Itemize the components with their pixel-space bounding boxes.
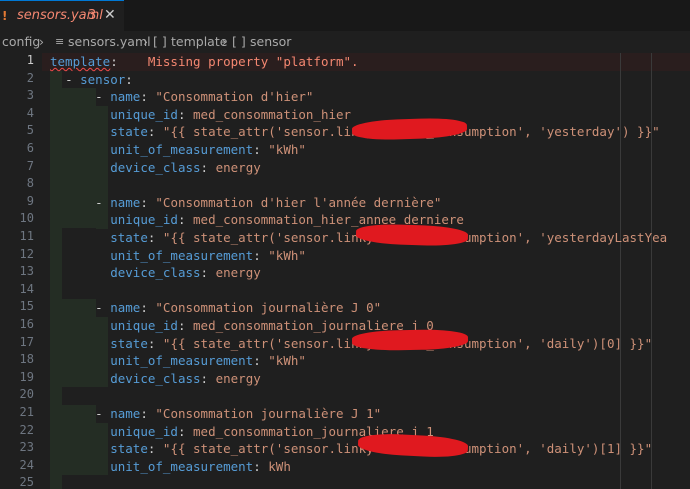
editor-ruler bbox=[651, 53, 652, 489]
line-number: 12 bbox=[19, 246, 34, 261]
code-line-24: unit_of_measurement: kWh bbox=[110, 458, 291, 474]
line-number: 17 bbox=[19, 334, 34, 349]
line-number: 21 bbox=[19, 405, 34, 419]
code-line-9: - name: "Consommation d'hier l'année der… bbox=[95, 194, 442, 210]
line-number: 16 bbox=[19, 317, 34, 331]
line-number: 14 bbox=[19, 281, 34, 296]
breadcrumb: config › ≡ sensors.yaml › [ ] template ›… bbox=[0, 31, 690, 53]
code-line-17: state: "{{ state_attr('sensor.linky _con… bbox=[110, 335, 653, 351]
chevron-right-icon: › bbox=[143, 34, 148, 49]
line-number: 5 bbox=[26, 123, 34, 138]
inline-diagnostic: Missing property "platform". bbox=[147, 54, 359, 69]
code-line-23: state: "{{ state_attr('sensor.linky _con… bbox=[110, 441, 653, 457]
tab-sensors-yaml[interactable]: ! sensors.yaml 3 ✕ bbox=[0, 0, 124, 31]
line-number: 10 bbox=[19, 211, 34, 226]
code-line-2: - sensor: bbox=[65, 71, 133, 87]
line-number: 15 bbox=[19, 299, 34, 314]
breadcrumb-folder[interactable]: config bbox=[2, 34, 40, 49]
code-line-21: - name: "Consommation journalière J 1" bbox=[95, 406, 382, 421]
code-line-1: template: Missing property "platform". bbox=[50, 54, 359, 69]
yaml-file-icon: ! bbox=[2, 9, 8, 23]
line-number: 7 bbox=[26, 158, 34, 173]
tab-problem-count: 3 bbox=[88, 8, 97, 23]
line-number: 11 bbox=[19, 229, 34, 243]
close-icon[interactable]: ✕ bbox=[104, 7, 116, 23]
code-line-4: unique_id: med_consommation_hier bbox=[110, 106, 352, 122]
yaml-key: template bbox=[50, 54, 111, 69]
editor-ruler bbox=[620, 53, 621, 489]
breadcrumb-template[interactable]: template bbox=[171, 34, 227, 49]
chevron-right-icon: › bbox=[222, 34, 227, 49]
code-line-15: - name: "Consommation journalière J 0" bbox=[95, 300, 382, 316]
code-editor[interactable]: 1 2 3 4 5 6 7 8 9 10 11 12 13 14 15 16 1… bbox=[0, 53, 690, 489]
yaml-file-icon: ≡ bbox=[55, 35, 65, 48]
line-number: 9 bbox=[26, 193, 34, 208]
code-line-18: unit_of_measurement: "kWh" bbox=[110, 353, 306, 369]
line-number: 23 bbox=[19, 440, 34, 455]
line-number: 6 bbox=[26, 141, 34, 155]
line-number: 4 bbox=[26, 105, 34, 120]
line-number: 8 bbox=[26, 176, 34, 191]
line-number: 1 bbox=[26, 53, 34, 67]
line-number: 3 bbox=[26, 88, 34, 103]
line-number: 20 bbox=[19, 387, 34, 402]
breadcrumb-sensor[interactable]: sensor bbox=[250, 34, 291, 49]
code-line-3: - name: "Consommation d'hier" bbox=[95, 89, 314, 105]
yaml-key: sensor bbox=[80, 71, 126, 87]
code-line-13: device_class: energy bbox=[110, 265, 261, 281]
code-line-12: unit_of_measurement: "kWh" bbox=[110, 247, 306, 263]
breadcrumb-file[interactable]: sensors.yaml bbox=[68, 34, 151, 49]
chevron-right-icon: › bbox=[39, 34, 44, 49]
array-icon: [ ] bbox=[153, 34, 167, 49]
line-number: 25 bbox=[19, 475, 34, 489]
yaml-string: "Consommation d'hier" bbox=[155, 89, 314, 105]
code-line-7: device_class: energy bbox=[110, 159, 261, 175]
line-number: 2 bbox=[26, 70, 34, 85]
line-number: 22 bbox=[19, 422, 34, 437]
tab-bar: ! sensors.yaml 3 ✕ bbox=[0, 0, 690, 32]
array-icon: [ ] bbox=[232, 34, 246, 49]
code-line-6: unit_of_measurement: "kWh" bbox=[110, 142, 306, 157]
line-number: 13 bbox=[19, 264, 34, 279]
code-line-19: device_class: energy bbox=[110, 370, 261, 386]
line-number: 19 bbox=[19, 369, 34, 384]
line-number: 24 bbox=[19, 457, 34, 472]
line-number: 18 bbox=[19, 352, 34, 367]
